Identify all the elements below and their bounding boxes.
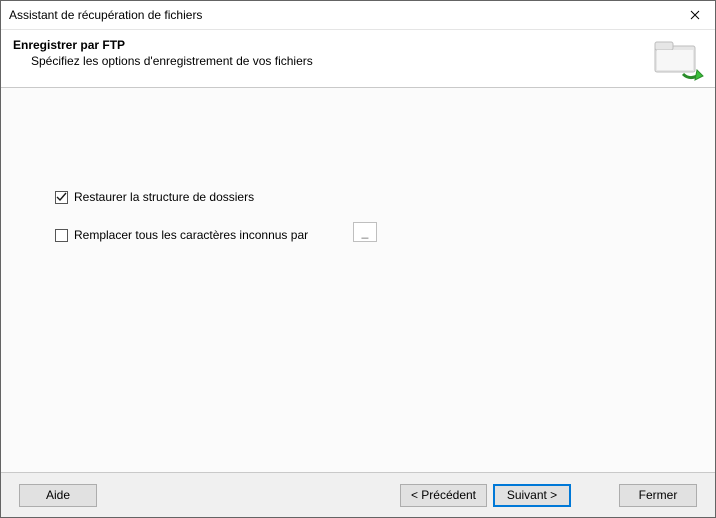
wizard-header: Enregistrer par FTP Spécifiez les option… — [1, 30, 715, 88]
titlebar: Assistant de récupération de fichiers — [1, 1, 715, 30]
restore-structure-checkbox[interactable] — [55, 191, 68, 204]
option-restore-structure: Restaurer la structure de dossiers — [55, 190, 254, 204]
back-button[interactable]: < Précédent — [400, 484, 487, 507]
close-icon — [690, 7, 700, 23]
window-title: Assistant de récupération de fichiers — [9, 8, 202, 22]
checkmark-icon — [56, 192, 67, 203]
ftp-folder-icon — [653, 34, 709, 82]
header-heading: Enregistrer par FTP — [13, 38, 703, 52]
help-button[interactable]: Aide — [19, 484, 97, 507]
header-subheading: Spécifiez les options d'enregistrement d… — [13, 54, 703, 68]
replace-unknown-checkbox[interactable] — [55, 229, 68, 242]
option-replace-unknown: Remplacer tous les caractères inconnus p… — [55, 228, 308, 242]
replacement-char-input[interactable] — [353, 222, 377, 242]
wizard-content: Restaurer la structure de dossiers Rempl… — [1, 88, 715, 472]
wizard-window: Assistant de récupération de fichiers En… — [0, 0, 716, 518]
restore-structure-label: Restaurer la structure de dossiers — [74, 190, 254, 204]
close-button[interactable]: Fermer — [619, 484, 697, 507]
replace-unknown-label: Remplacer tous les caractères inconnus p… — [74, 228, 308, 242]
next-button[interactable]: Suivant > — [493, 484, 571, 507]
wizard-button-bar: Aide < Précédent Suivant > Fermer — [1, 473, 715, 517]
window-close-button[interactable] — [675, 1, 715, 29]
